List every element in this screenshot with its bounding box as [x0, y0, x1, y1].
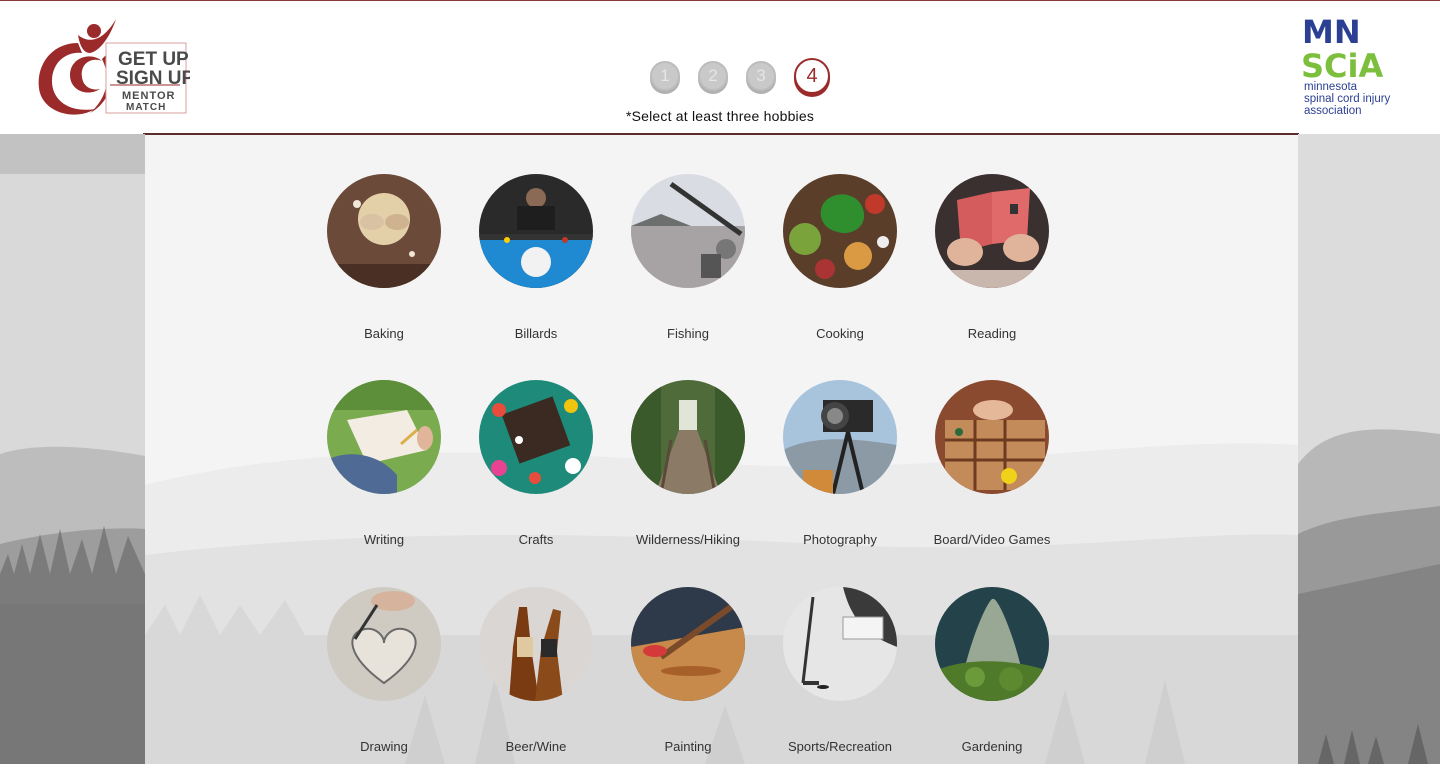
step-progress: 1 2 3 4	[0, 58, 1440, 105]
hobby-drawing[interactable]: Drawing	[308, 587, 460, 764]
hobby-label: Sports/Recreation	[787, 739, 893, 754]
hobby-label: Drawing	[360, 739, 408, 754]
reading-image[interactable]	[935, 174, 1049, 288]
step-1[interactable]: 1	[650, 61, 680, 91]
hobby-beer-wine[interactable]: Beer/Wine	[460, 587, 612, 764]
logo-sub2: spinal cord injury	[1304, 93, 1391, 105]
mnscia-logo[interactable]: MN SCiA minnesota spinal cord injury ass…	[1300, 13, 1420, 123]
crafts-image[interactable]	[479, 380, 593, 494]
hobby-label: Board/Video Games	[933, 532, 1051, 547]
hobby-label: Painting	[664, 739, 712, 754]
hobby-instruction: *Select at least three hobbies	[625, 108, 815, 124]
hobby-cooking[interactable]: Cooking	[764, 174, 916, 354]
hobby-games[interactable]: Board/Video Games	[916, 380, 1068, 560]
hobby-sports[interactable]: Sports/Recreation	[764, 587, 916, 764]
logo-scia: SCiA	[1301, 47, 1384, 85]
games-image[interactable]	[935, 380, 1049, 494]
hobby-label: Billards	[514, 326, 558, 341]
hobby-baking[interactable]: Baking	[308, 174, 460, 354]
hobby-painting[interactable]: Painting	[612, 587, 764, 764]
sports-image[interactable]	[783, 587, 897, 701]
painting-image[interactable]	[631, 587, 745, 701]
hobby-writing[interactable]: Writing	[308, 380, 460, 560]
step-3[interactable]: 3	[746, 61, 776, 91]
hiking-image[interactable]	[631, 380, 745, 494]
hobby-billiards[interactable]: Billards	[460, 174, 612, 354]
step-4[interactable]: 4	[794, 58, 830, 94]
beer-wine-image[interactable]	[479, 587, 593, 701]
logo-mn: MN	[1302, 13, 1361, 51]
hobby-hiking[interactable]: Wilderness/Hiking	[612, 380, 764, 560]
background-right	[1298, 134, 1440, 764]
cooking-image[interactable]	[783, 174, 897, 288]
gardening-image[interactable]	[935, 587, 1049, 701]
hobby-label: Cooking	[816, 326, 864, 341]
hobby-photography[interactable]: Photography	[764, 380, 916, 560]
fishing-image[interactable]	[631, 174, 745, 288]
hobby-crafts[interactable]: Crafts	[460, 380, 612, 560]
baking-image[interactable]	[327, 174, 441, 288]
hobby-label: Gardening	[961, 739, 1023, 754]
hobby-fishing[interactable]: Fishing	[612, 174, 764, 354]
billiards-image[interactable]	[479, 174, 593, 288]
header: GET UP SIGN UP MENTOR MATCH 1 2 3 4 *Sel…	[0, 1, 1440, 134]
hobby-reading[interactable]: Reading	[916, 174, 1068, 354]
hobby-label: Fishing	[667, 326, 709, 341]
hobby-label: Baking	[364, 326, 404, 341]
logo-sub1: minnesota	[1304, 81, 1358, 93]
logo-sub3: association	[1304, 105, 1362, 117]
hobby-label: Wilderness/Hiking	[635, 532, 741, 547]
photography-image[interactable]	[783, 380, 897, 494]
hobby-label: Reading	[967, 326, 1017, 341]
hobby-label: Crafts	[518, 532, 554, 547]
hobby-label: Photography	[803, 532, 877, 547]
writing-image[interactable]	[327, 380, 441, 494]
hobby-selection-panel: Baking Billards Fishing Cooking Reading …	[145, 135, 1298, 764]
background-left	[0, 134, 145, 764]
hobby-label: Writing	[363, 532, 405, 547]
hobby-label: Beer/Wine	[505, 739, 567, 754]
drawing-image[interactable]	[327, 587, 441, 701]
hobby-gardening[interactable]: Gardening	[916, 587, 1068, 764]
step-2[interactable]: 2	[698, 61, 728, 91]
